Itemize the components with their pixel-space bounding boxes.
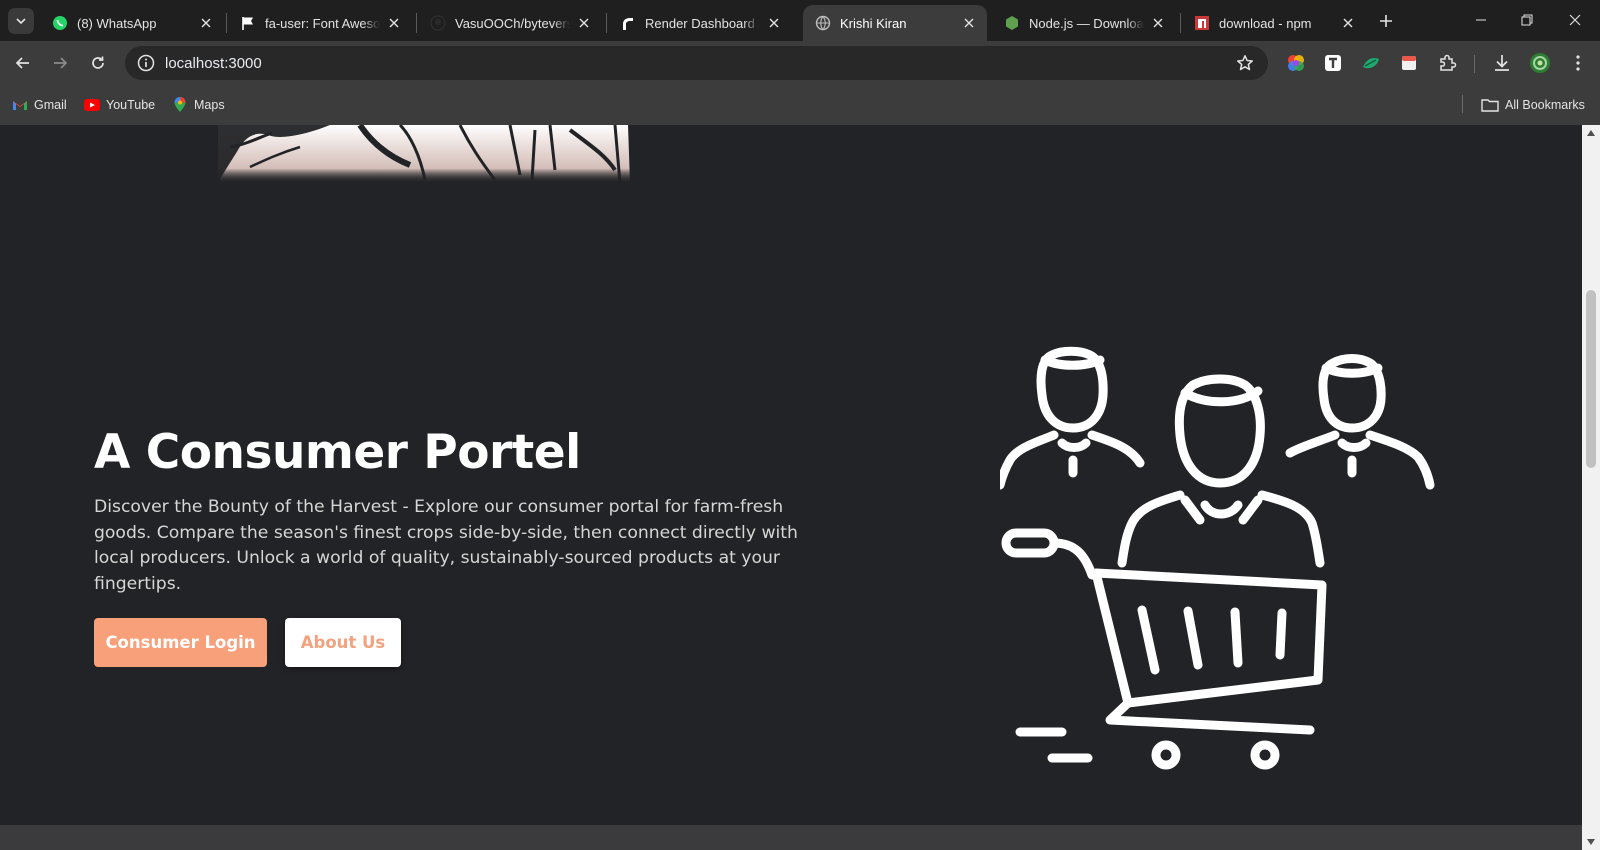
bookmark-label: YouTube [106, 98, 156, 112]
color-extension-icon[interactable] [1284, 51, 1308, 75]
arrow-left-icon [15, 57, 29, 69]
about-us-button[interactable]: About Us [285, 618, 401, 667]
close-icon[interactable] [1150, 15, 1166, 31]
close-window-button[interactable] [1552, 0, 1598, 40]
back-button[interactable] [8, 48, 38, 78]
site-info-icon[interactable] [129, 46, 163, 80]
arrow-right-icon [54, 57, 68, 69]
close-icon[interactable] [198, 15, 214, 31]
tab-whatsapp[interactable]: (8) WhatsApp [40, 5, 224, 41]
gmail-icon [12, 97, 28, 113]
browser-menu-button[interactable] [1566, 51, 1590, 75]
address-bar[interactable]: localhost:3000 [125, 46, 1268, 80]
flag-icon [240, 15, 256, 31]
tab-title: download - npm [1219, 15, 1312, 31]
tab-render-dashboard[interactable]: Render Dashboard [608, 5, 792, 41]
tab-github[interactable]: VasuOOCh/byteverse [418, 5, 602, 41]
close-icon[interactable] [766, 15, 782, 31]
profile-avatar[interactable] [1528, 51, 1552, 75]
toolbar-divider [1474, 55, 1475, 73]
calendar-extension-icon[interactable] [1397, 51, 1421, 75]
puzzle-extensions-icon[interactable] [1435, 51, 1459, 75]
youtube-icon [84, 97, 100, 113]
scroll-down-arrow[interactable] [1586, 837, 1596, 847]
hero-description: Discover the Bounty of the Harvest - Exp… [94, 497, 798, 594]
tab-font-awesome[interactable]: fa-user: Font Awesome [228, 5, 412, 41]
tab-search-button[interactable] [8, 8, 34, 34]
all-bookmarks-label: All Bookmarks [1505, 98, 1585, 112]
reload-icon [92, 56, 104, 69]
whatsapp-icon [52, 15, 68, 31]
close-icon[interactable] [961, 15, 977, 31]
tab-title: (8) WhatsApp [77, 15, 157, 31]
triangle-down-icon [1587, 839, 1595, 845]
tab-divider [1180, 13, 1181, 33]
minimize-icon [1476, 19, 1486, 21]
user-icon [1285, 354, 1435, 490]
triangle-up-icon [1587, 130, 1595, 136]
render-icon [620, 15, 636, 31]
chevron-down-icon [16, 18, 26, 25]
close-icon[interactable] [1340, 15, 1356, 31]
page-title: A Consumer Portel [94, 425, 581, 480]
tab-title: VasuOOCh/byteverse [455, 15, 570, 31]
tab-krishi-kiran[interactable]: Krishi Kiran [803, 5, 987, 41]
restore-icon [1521, 14, 1533, 26]
bookmark-label: Gmail [34, 98, 67, 112]
tab-strip: (8) WhatsApp fa-user: Font Awesome VasuO… [0, 0, 1600, 41]
bookmark-gmail[interactable]: Gmail [12, 93, 67, 117]
bookmark-youtube[interactable]: YouTube [84, 93, 155, 117]
url-text[interactable]: localhost:3000 [165, 55, 1230, 72]
footer-section [0, 825, 1582, 850]
download-icon[interactable] [1490, 51, 1514, 75]
browser-toolbar: localhost:3000 [0, 41, 1600, 85]
scroll-thumb[interactable] [1586, 290, 1596, 468]
text-extension-icon[interactable] [1321, 51, 1345, 75]
tab-title: Render Dashboard [645, 15, 755, 31]
plus-icon [1380, 15, 1392, 27]
bookmark-label: Maps [194, 98, 225, 112]
all-bookmarks-button[interactable]: All Bookmarks [1481, 93, 1585, 117]
tab-divider [416, 13, 417, 33]
reload-button[interactable] [83, 48, 113, 78]
tab-nodejs[interactable]: Node.js — Download [992, 5, 1176, 41]
npm-icon [1194, 15, 1210, 31]
folder-icon [1481, 97, 1499, 113]
maps-icon [172, 97, 188, 113]
tab-npm[interactable]: download - npm [1182, 5, 1366, 41]
bookmarks-bar: Gmail YouTube Maps All Bookmarks [0, 85, 1600, 125]
minimize-button[interactable] [1458, 0, 1504, 40]
bookmark-maps[interactable]: Maps [172, 93, 225, 117]
page-viewport: A Consumer Portel Discover the Bounty of… [0, 125, 1582, 850]
page-scrollbar[interactable] [1582, 125, 1600, 850]
bookmark-star-icon[interactable] [1230, 48, 1260, 78]
tab-divider [226, 13, 227, 33]
consumer-login-button[interactable]: Consumer Login [94, 618, 267, 667]
tab-title: fa-user: Font Awesome [265, 15, 380, 31]
bookmarks-divider [1462, 95, 1463, 113]
user-icon [1000, 346, 1145, 490]
tab-title: Node.js — Download [1029, 15, 1144, 31]
scroll-up-arrow[interactable] [1586, 128, 1596, 138]
nodejs-icon [1004, 15, 1020, 31]
kebab-menu-icon [1576, 55, 1580, 71]
tab-divider [606, 13, 607, 33]
new-tab-button[interactable] [1374, 9, 1398, 33]
restore-button[interactable] [1504, 0, 1550, 40]
farmer-photo [218, 125, 638, 184]
globe-icon [815, 15, 831, 31]
leaf-extension-icon[interactable] [1359, 51, 1383, 75]
close-icon[interactable] [576, 15, 592, 31]
forward-button[interactable] [45, 48, 75, 78]
github-icon [430, 15, 446, 31]
close-icon [1569, 14, 1581, 26]
shopping-cart-users-illustration [1000, 346, 1435, 770]
user-icon [1117, 374, 1325, 568]
tab-title: Krishi Kiran [840, 15, 907, 31]
close-icon[interactable] [386, 15, 402, 31]
cart-icon [1001, 528, 1327, 770]
